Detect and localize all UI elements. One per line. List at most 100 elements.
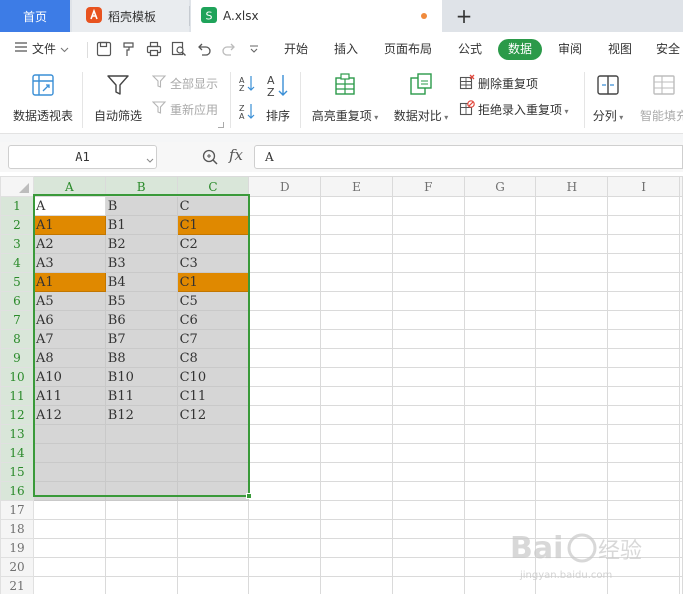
tab-document[interactable]: S A.xlsx [191, 0, 442, 32]
cell[interactable] [248, 405, 322, 425]
file-menu-button[interactable]: 文件 [14, 32, 69, 66]
cell[interactable] [679, 576, 683, 594]
cell[interactable] [391, 538, 465, 558]
row-header[interactable]: 18 [0, 519, 34, 539]
cell[interactable] [535, 291, 609, 311]
cell[interactable] [176, 538, 250, 558]
cell[interactable] [607, 386, 680, 406]
menu-item-data[interactable]: 数据 [498, 39, 542, 60]
cell[interactable] [535, 215, 609, 235]
column-header[interactable]: I [607, 176, 680, 197]
cell[interactable] [391, 348, 465, 368]
cell[interactable] [463, 538, 537, 558]
cell[interactable] [248, 253, 322, 273]
cell[interactable] [176, 443, 250, 463]
cell[interactable]: B [104, 196, 178, 216]
cell[interactable] [679, 234, 683, 254]
row-header[interactable]: 1 [0, 196, 34, 216]
cell[interactable] [391, 519, 465, 539]
cell[interactable] [176, 576, 250, 594]
cell[interactable] [248, 386, 322, 406]
cell[interactable] [32, 557, 106, 577]
cell[interactable] [463, 291, 537, 311]
cell[interactable] [320, 538, 393, 558]
cell[interactable] [463, 310, 537, 330]
fill-handle[interactable] [246, 493, 252, 499]
cell[interactable] [248, 348, 322, 368]
cell[interactable]: A1 [32, 215, 106, 235]
menu-item-page-layout[interactable]: 页面布局 [384, 32, 432, 66]
cell[interactable] [248, 329, 322, 349]
cell[interactable] [320, 310, 393, 330]
sort-ascending-icon[interactable]: AZ [238, 74, 256, 95]
cell[interactable] [607, 557, 680, 577]
column-header[interactable]: F [391, 176, 465, 197]
cell[interactable] [679, 348, 683, 368]
print-icon[interactable] [146, 41, 162, 60]
cell[interactable] [535, 196, 609, 216]
zoom-find-icon[interactable] [201, 148, 219, 169]
cell[interactable] [463, 329, 537, 349]
cell[interactable] [535, 443, 609, 463]
cell[interactable] [607, 424, 680, 444]
column-header[interactable] [679, 176, 683, 197]
row-header[interactable]: 10 [0, 367, 34, 387]
cell[interactable]: C1 [176, 215, 250, 235]
cell[interactable] [535, 538, 609, 558]
menu-item-insert[interactable]: 插入 [334, 32, 358, 66]
cell[interactable] [248, 291, 322, 311]
cell[interactable]: B3 [104, 253, 178, 273]
cell[interactable] [32, 443, 106, 463]
cell[interactable] [463, 253, 537, 273]
row-header[interactable]: 2 [0, 215, 34, 235]
cell[interactable] [535, 500, 609, 520]
cell[interactable]: C2 [176, 234, 250, 254]
cell[interactable] [535, 576, 609, 594]
cell[interactable]: B6 [104, 310, 178, 330]
cell[interactable]: B8 [104, 348, 178, 368]
cell[interactable] [320, 367, 393, 387]
tab-daoke-template[interactable]: 稻壳模板 [72, 0, 189, 32]
menu-item-view[interactable]: 视图 [608, 32, 632, 66]
cell[interactable] [391, 557, 465, 577]
column-header[interactable]: H [535, 176, 609, 197]
cell[interactable] [535, 386, 609, 406]
cell[interactable] [607, 367, 680, 387]
cell[interactable] [607, 234, 680, 254]
tab-home[interactable]: 首页 [0, 0, 70, 32]
cell[interactable] [679, 481, 683, 501]
cell[interactable] [104, 576, 178, 594]
save-icon[interactable] [96, 41, 112, 60]
name-box-dropdown-icon[interactable] [146, 153, 154, 167]
cell[interactable] [176, 424, 250, 444]
cell[interactable] [248, 215, 322, 235]
cell[interactable] [679, 196, 683, 216]
cell[interactable] [679, 443, 683, 463]
cell[interactable] [32, 538, 106, 558]
cell[interactable] [248, 196, 322, 216]
cell[interactable]: B7 [104, 329, 178, 349]
cell[interactable] [391, 576, 465, 594]
cell[interactable]: A7 [32, 329, 106, 349]
row-header[interactable]: 17 [0, 500, 34, 520]
menu-item-start[interactable]: 开始 [284, 32, 308, 66]
cell[interactable] [176, 500, 250, 520]
cell[interactable] [176, 481, 250, 501]
cell[interactable] [320, 462, 393, 482]
cell[interactable]: B4 [104, 272, 178, 292]
cell[interactable] [248, 538, 322, 558]
select-all-corner[interactable] [0, 176, 34, 197]
row-header[interactable]: 5 [0, 272, 34, 292]
format-painter-icon[interactable] [121, 41, 137, 60]
cell[interactable] [104, 462, 178, 482]
cell[interactable] [463, 519, 537, 539]
highlight-duplicates-button[interactable]: 高亮重复项 ▾ [308, 72, 382, 124]
cell[interactable] [104, 519, 178, 539]
cell[interactable] [463, 576, 537, 594]
cell[interactable] [391, 196, 465, 216]
cell[interactable] [463, 500, 537, 520]
cell[interactable]: A [32, 196, 106, 216]
cell[interactable] [248, 481, 322, 501]
cell[interactable] [248, 500, 322, 520]
data-compare-button[interactable]: 数据对比 ▾ [390, 72, 452, 124]
